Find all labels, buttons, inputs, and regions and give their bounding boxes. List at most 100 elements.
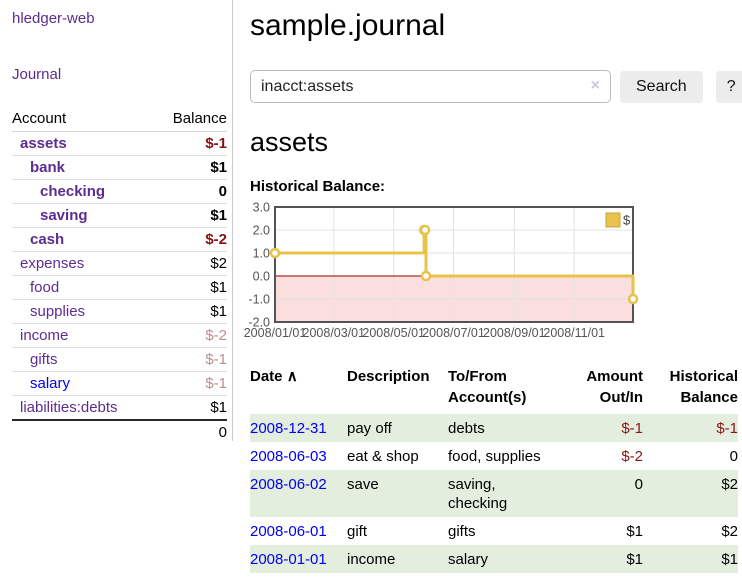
app: hledger-web Journal Account Balance asse…	[0, 0, 742, 573]
account-row: checking 0	[12, 180, 227, 204]
sidebar-item-journal[interactable]: Journal	[12, 66, 227, 84]
x-tick-label: 2008/07/01	[422, 326, 485, 340]
account-link[interactable]: income	[20, 327, 68, 344]
transaction-date-link[interactable]: 2008-06-03	[250, 448, 327, 465]
main-content: sample.journal × Search ? assets Histori…	[233, 0, 742, 573]
accounts-total-row: 0	[12, 420, 227, 444]
register-row: 2008-06-01giftgifts$1$2	[250, 517, 738, 545]
y-tick-label: 0.0	[253, 270, 270, 284]
balance-value: $1	[721, 551, 738, 568]
balance-value: 0	[730, 448, 738, 465]
account-link[interactable]: expenses	[20, 255, 84, 272]
amount-value: $-2	[621, 448, 643, 465]
account-balance: $-1	[154, 348, 227, 372]
account-balance: $2	[154, 252, 227, 276]
register-table-body: 2008-12-31pay offdebts$-1$-12008-06-03ea…	[250, 414, 738, 573]
data-point-marker	[421, 226, 429, 234]
accounts-table-body: assets$-1bank$1checking0saving$1cash$-2e…	[12, 132, 227, 421]
account-link[interactable]: salary	[30, 375, 70, 392]
account-link[interactable]: liabilities:debts	[20, 399, 118, 416]
register-accounts-cell: salary	[448, 545, 560, 573]
register-description-cell: gift	[347, 517, 448, 545]
balance-value: $-1	[716, 420, 738, 437]
transaction-date-link[interactable]: 2008-06-01	[250, 523, 327, 540]
x-tick-label: 2008/01/01	[244, 326, 307, 340]
chart-title: Historical Balance:	[250, 178, 742, 195]
register-row: 2008-12-31pay offdebts$-1$-1	[250, 414, 738, 442]
register-balance-cell: $1	[643, 545, 738, 573]
account-balance: 0	[154, 180, 227, 204]
account-cell: bank	[12, 156, 154, 180]
register-date-cell: 2008-12-31	[250, 414, 347, 442]
register-date-cell: 2008-06-02	[250, 470, 347, 517]
search-button[interactable]: Search	[620, 71, 703, 103]
account-link[interactable]: checking	[40, 183, 105, 200]
account-row: food$1	[12, 276, 227, 300]
account-balance: $-2	[154, 228, 227, 252]
register-amount-cell: $-1	[560, 414, 643, 442]
accounts-col-balance: Balance	[154, 106, 227, 132]
accounts-col-account: Account	[12, 106, 154, 132]
account-balance: $-1	[154, 372, 227, 396]
y-tick-label: 1.0	[253, 247, 270, 261]
accounts-header-row: Account Balance	[12, 106, 227, 132]
register-col-balance: Historical Balance	[643, 364, 738, 414]
register-description-cell: eat & shop	[347, 442, 448, 470]
balance-value: $2	[721, 476, 738, 493]
transaction-date-link[interactable]: 2008-12-31	[250, 420, 327, 437]
account-link[interactable]: gifts	[30, 351, 58, 368]
data-point-marker	[271, 249, 279, 257]
account-link[interactable]: supplies	[30, 303, 85, 320]
register-accounts-cell: debts	[448, 414, 560, 442]
account-link[interactable]: cash	[30, 231, 64, 248]
account-row: expenses $2	[12, 252, 227, 276]
y-tick-label: 2.0	[253, 224, 270, 238]
account-cell: supplies	[12, 300, 154, 324]
register-description-cell: save	[347, 470, 448, 517]
account-cell: liabilities:debts	[12, 396, 154, 421]
account-row: income$-2	[12, 324, 227, 348]
data-point-marker	[629, 295, 637, 303]
balance-chart: $3.02.01.00.0-1.0-2.02008/01/012008/03/0…	[243, 203, 742, 343]
y-tick-label: 3.0	[253, 201, 270, 215]
sidebar: hledger-web Journal Account Balance asse…	[0, 0, 233, 441]
y-tick-label: -1.0	[248, 293, 270, 307]
search-input[interactable]	[250, 70, 611, 103]
clear-search-icon[interactable]: ×	[591, 77, 600, 95]
account-balance: $1	[154, 204, 227, 228]
account-cell: saving	[12, 204, 154, 228]
account-cell: cash	[12, 228, 154, 252]
accounts-table: Account Balance assets $-1 bank $1 checking 0…	[12, 106, 227, 444]
x-tick-label: 2008/11/01	[543, 326, 605, 340]
register-col-description: Description	[347, 364, 448, 414]
legend-label: $	[623, 213, 631, 228]
account-link[interactable]: saving	[40, 207, 88, 224]
register-balance-cell: $2	[643, 517, 738, 545]
account-cell: food	[12, 276, 154, 300]
x-tick-label: 2008/03/01	[303, 326, 366, 340]
register-table: Date ∧ Description To/From Account(s) Am…	[250, 364, 738, 573]
account-row: assets $-1	[12, 132, 227, 156]
sort-asc-icon: ∧	[287, 368, 298, 385]
transaction-date-link[interactable]: 2008-06-02	[250, 476, 327, 493]
register-accounts-cell: saving, checking	[448, 470, 560, 517]
account-link[interactable]: food	[30, 279, 59, 296]
register-col-accounts: To/From Account(s)	[448, 364, 560, 414]
account-balance: $-1	[154, 132, 227, 156]
brand-link[interactable]: hledger-web	[12, 10, 227, 28]
data-point-marker	[422, 272, 430, 280]
account-row: cash $-2	[12, 228, 227, 252]
register-col-date[interactable]: Date ∧	[250, 364, 347, 414]
account-row: liabilities:debts $1	[12, 396, 227, 421]
account-link[interactable]: bank	[30, 159, 65, 176]
account-link[interactable]: assets	[20, 135, 67, 152]
register-balance-cell: $2	[643, 470, 738, 517]
register-balance-cell: $-1	[643, 414, 738, 442]
register-date-cell: 2008-06-01	[250, 517, 347, 545]
transaction-date-link[interactable]: 2008-01-01	[250, 551, 327, 568]
register-date-cell: 2008-06-03	[250, 442, 347, 470]
account-balance: $1	[154, 396, 227, 421]
register-row: 2008-06-02savesaving, checking0$2	[250, 470, 738, 517]
help-button[interactable]: ?	[716, 71, 742, 103]
register-amount-cell: $-2	[560, 442, 643, 470]
